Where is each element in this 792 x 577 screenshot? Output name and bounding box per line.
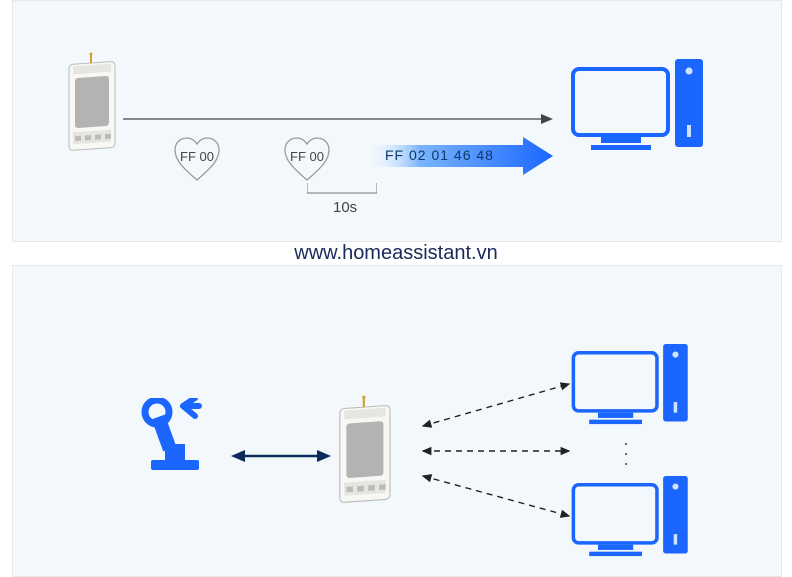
packet-value: FF 02 01 46 48 bbox=[385, 147, 494, 163]
device-module-icon bbox=[63, 51, 123, 161]
timing-label: 10s bbox=[333, 199, 357, 216]
bidirectional-arrow-icon bbox=[231, 446, 331, 466]
panel-multiclient: ··· bbox=[12, 265, 782, 577]
ellipsis-icon: ··· bbox=[623, 438, 629, 468]
timeline-arrow-icon bbox=[123, 109, 553, 129]
computer-icon bbox=[571, 59, 706, 159]
device-module-icon bbox=[333, 394, 399, 514]
computer-icon bbox=[571, 344, 691, 432]
robot-arm-icon bbox=[133, 398, 233, 478]
watermark: www.homeassistant.vn bbox=[0, 242, 792, 265]
panel-heartbeat: FF 00 FF 00 10s FF 02 01 46 48 bbox=[12, 0, 782, 242]
heartbeat-code-1: FF 00 bbox=[173, 149, 221, 164]
dashed-connections-icon bbox=[411, 366, 581, 536]
heartbeat-code-2: FF 00 bbox=[283, 149, 331, 164]
computer-icon bbox=[571, 476, 691, 564]
